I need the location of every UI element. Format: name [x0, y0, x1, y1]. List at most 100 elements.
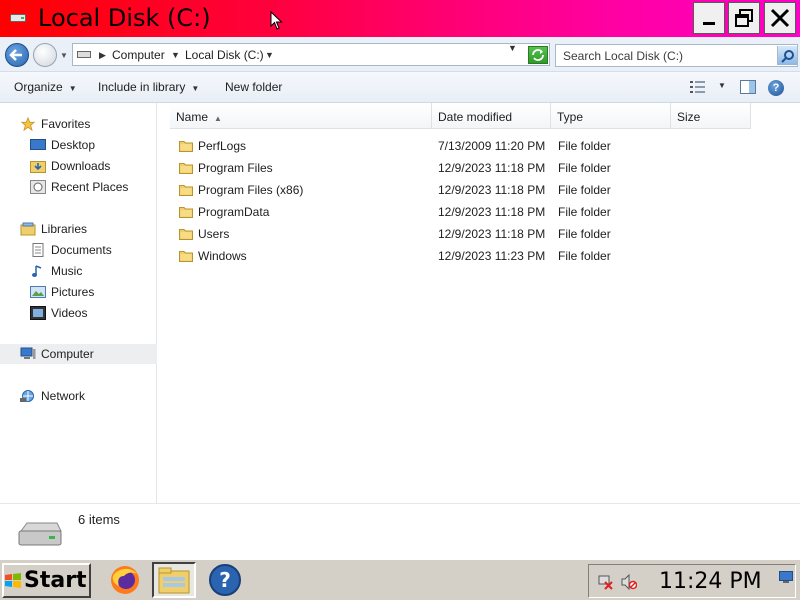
organize-label: Organize: [14, 80, 63, 94]
nav-item-videos[interactable]: Videos: [30, 303, 87, 323]
file-type: File folder: [558, 183, 611, 197]
nav-item-recent-places[interactable]: Recent Places: [30, 177, 128, 197]
sort-ascending-icon: ▲: [214, 114, 222, 123]
pictures-icon: [30, 286, 46, 298]
nav-computer-label: Computer: [41, 347, 94, 361]
chevron-down-icon[interactable]: ▼: [171, 50, 180, 60]
breadcrumb-computer[interactable]: Computer: [112, 48, 165, 62]
address-dropdown[interactable]: ▼: [508, 43, 517, 53]
file-list: Name ▲ Date modified Type Size PerfLogs 7/…: [160, 103, 800, 503]
column-header-date-modified[interactable]: Date modified: [432, 103, 551, 129]
nav-item-music[interactable]: Music: [30, 261, 82, 281]
folder-icon: [179, 249, 193, 262]
column-header-size[interactable]: Size: [671, 103, 751, 129]
videos-icon: [30, 306, 46, 320]
music-icon: [32, 265, 42, 277]
taskbar: Start ? 11:24 PM: [0, 558, 800, 600]
file-row[interactable]: Program Files 12/9/2023 11:18 PM File fold…: [160, 157, 800, 179]
search-placeholder: Search Local Disk (C:): [563, 49, 684, 63]
file-name[interactable]: Program Files (x86): [198, 183, 303, 197]
libraries-icon: [20, 222, 36, 236]
column-header-label: Type: [557, 110, 584, 124]
refresh-button[interactable]: [528, 46, 548, 64]
nav-favorites[interactable]: Favorites: [20, 114, 90, 134]
view-options-dropdown[interactable]: ▼: [718, 81, 726, 90]
search-input[interactable]: Search Local Disk (C:): [555, 44, 798, 67]
start-button[interactable]: Start: [2, 563, 91, 598]
nav-item-downloads[interactable]: Downloads: [30, 156, 110, 176]
organize-menu[interactable]: Organize ▼: [14, 80, 77, 94]
file-row[interactable]: PerfLogs 7/13/2009 11:20 PM File folder: [160, 135, 800, 157]
taskbar-explorer[interactable]: [152, 562, 196, 598]
column-header-type[interactable]: Type: [551, 103, 671, 129]
file-row[interactable]: Users 12/9/2023 11:18 PM File folder: [160, 223, 800, 245]
search-icon: [780, 49, 794, 63]
desktop-icon: [30, 139, 46, 150]
file-type: File folder: [558, 249, 611, 263]
documents-icon: [32, 243, 44, 257]
file-name[interactable]: PerfLogs: [198, 139, 246, 153]
column-header-name[interactable]: Name ▲: [170, 103, 432, 129]
title-bar[interactable]: Local Disk (C:): [0, 0, 800, 37]
file-row[interactable]: Program Files (x86) 12/9/2023 11:18 PM Fil…: [160, 179, 800, 201]
file-date: 12/9/2023 11:18 PM: [438, 161, 546, 175]
volume-muted-icon[interactable]: [621, 574, 637, 590]
file-date: 12/9/2023 11:18 PM: [438, 183, 546, 197]
taskbar-firefox[interactable]: [103, 562, 147, 598]
help-icon[interactable]: ?: [768, 80, 784, 96]
show-desktop-icon[interactable]: [779, 571, 793, 583]
nav-item-pictures[interactable]: Pictures: [30, 282, 94, 302]
include-in-library-menu[interactable]: Include in library ▼: [98, 80, 199, 94]
column-header-label: Date modified: [438, 110, 513, 124]
file-name[interactable]: Windows: [198, 249, 247, 263]
file-type: File folder: [558, 161, 611, 175]
firefox-icon: [111, 566, 139, 594]
recent-pages-dropdown[interactable]: ▼: [60, 51, 68, 60]
computer-icon: [20, 347, 36, 359]
breadcrumb-local-disk[interactable]: Local Disk (C:): [185, 48, 264, 62]
hard-drive-icon: [18, 522, 62, 546]
restore-button[interactable]: [728, 2, 760, 34]
restore-icon: [735, 9, 753, 27]
preview-pane-icon[interactable]: [740, 80, 756, 94]
explorer-icon: [158, 567, 190, 594]
include-in-library-label: Include in library: [98, 80, 186, 94]
system-tray: 11:24 PM: [588, 564, 796, 598]
folder-icon: [179, 205, 193, 218]
nav-item-documents[interactable]: Documents: [30, 240, 112, 260]
file-name[interactable]: ProgramData: [198, 205, 269, 219]
nav-item-label: Documents: [51, 243, 112, 257]
chevron-down-icon: ▼: [191, 84, 200, 93]
nav-computer[interactable]: Computer: [0, 344, 157, 364]
nav-libraries-label: Libraries: [41, 222, 88, 236]
change-view-icon[interactable]: [690, 81, 706, 93]
folder-icon: [179, 161, 193, 174]
chevron-down-icon[interactable]: ▼: [265, 50, 274, 60]
minimize-button[interactable]: [693, 2, 725, 34]
nav-libraries[interactable]: Libraries: [20, 219, 87, 239]
file-date: 12/9/2023 11:18 PM: [438, 205, 546, 219]
file-row[interactable]: Windows 12/9/2023 11:23 PM File folder: [160, 245, 800, 267]
network-disconnected-icon[interactable]: [597, 574, 613, 590]
new-folder-button[interactable]: New folder: [225, 80, 282, 94]
computer-drive-icon: [77, 51, 91, 58]
clock[interactable]: 11:24 PM: [659, 569, 762, 594]
back-button[interactable]: [5, 43, 29, 67]
network-icon: [20, 390, 34, 402]
file-type: File folder: [558, 139, 611, 153]
nav-item-label: Desktop: [51, 138, 96, 152]
nav-item-desktop[interactable]: Desktop: [30, 135, 95, 155]
file-name[interactable]: Program Files: [198, 161, 273, 175]
taskbar-help[interactable]: ?: [203, 562, 247, 598]
forward-button[interactable]: [33, 43, 57, 67]
close-icon: [770, 8, 790, 28]
search-button[interactable]: [777, 46, 797, 65]
chevron-right-icon[interactable]: ▶: [99, 50, 106, 61]
command-bar: Organize ▼ Include in library ▼ New folder…: [0, 72, 800, 103]
file-row[interactable]: ProgramData 12/9/2023 11:18 PM File folder: [160, 201, 800, 223]
close-button[interactable]: [764, 2, 796, 34]
file-name[interactable]: Users: [198, 227, 229, 241]
breadcrumb[interactable]: ▶ Computer ▼ Local Disk (C:) ▼: [72, 43, 550, 66]
nav-network[interactable]: Network: [20, 386, 85, 406]
nav-item-label: Pictures: [51, 285, 95, 299]
